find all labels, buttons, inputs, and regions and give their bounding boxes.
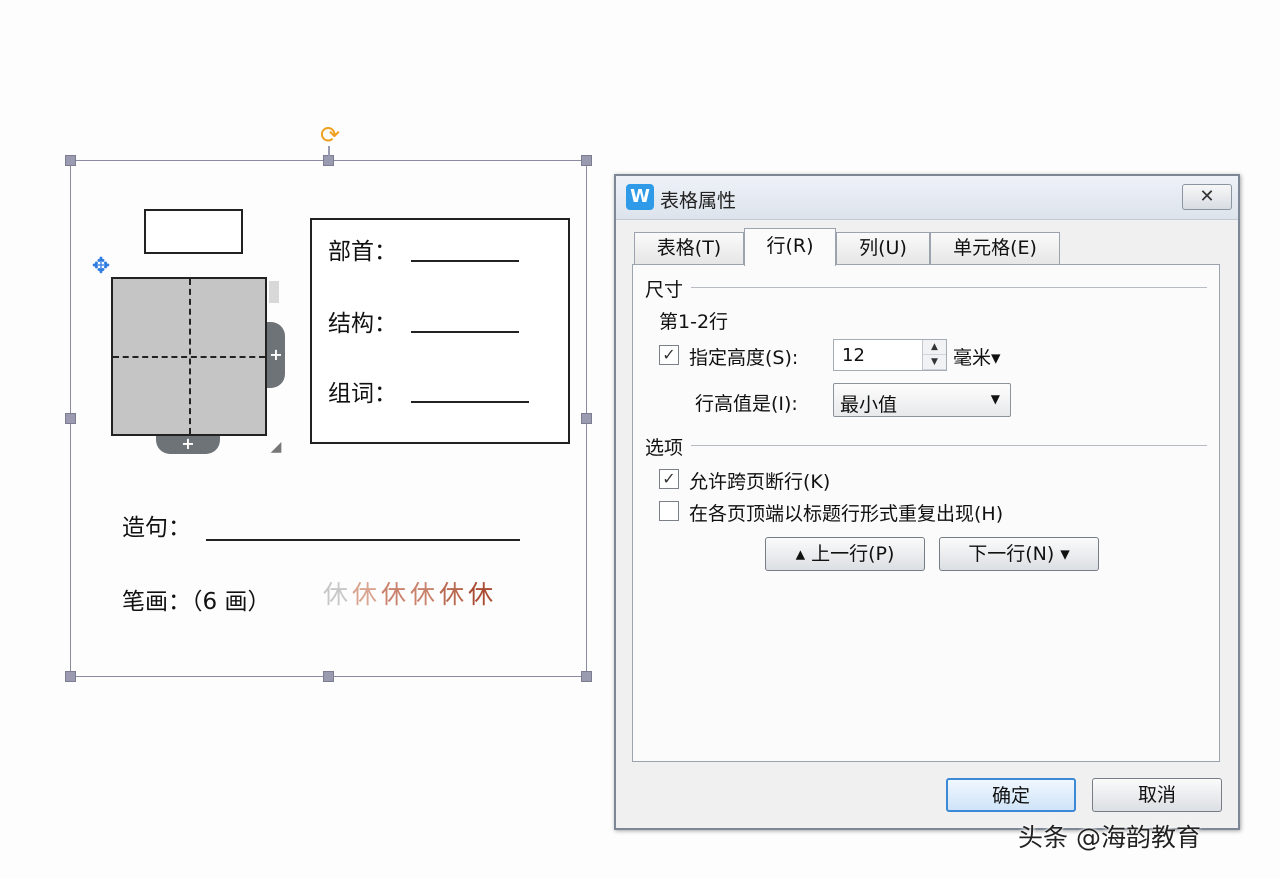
tab-column[interactable]: 列(U) xyxy=(836,232,930,264)
tab-table[interactable]: 表格(T) xyxy=(634,232,744,264)
specify-height-label: 指定高度(S): xyxy=(689,347,799,369)
height-unit-dropdown[interactable]: 毫米▾ xyxy=(953,343,1001,370)
dropdown-arrow-icon: ▼ xyxy=(990,392,1000,406)
spin-down-icon[interactable]: ▼ xyxy=(923,355,946,370)
tab-cell[interactable]: 单元格(E) xyxy=(930,232,1060,264)
tab-row[interactable]: 行(R) xyxy=(744,228,836,266)
next-row-button[interactable]: 下一行(N) ▾ xyxy=(939,537,1099,571)
table-resize-icon[interactable]: ◢ xyxy=(266,438,286,456)
previous-row-button[interactable]: ▴ 上一行(P) xyxy=(765,537,925,571)
structure-label: 结构： xyxy=(328,311,397,337)
height-spinner[interactable]: 12 ▲ ▼ xyxy=(833,339,947,371)
table-properties-dialog: W 表格属性 ✕ 表格(T) 行(R) 列(U) 单元格(E) 尺寸 第1-2行… xyxy=(614,174,1240,830)
size-group-title: 尺寸 xyxy=(645,279,684,301)
stroke-step: 休 xyxy=(410,580,436,609)
radical-label: 部首： xyxy=(328,239,397,265)
resize-handle-top-left[interactable] xyxy=(65,155,76,166)
resize-handle-left[interactable] xyxy=(65,413,76,424)
allow-break-label: 允许跨页断行(K) xyxy=(689,471,831,493)
info-box: 部首： 结构： 组词： xyxy=(310,218,570,444)
watermark: 头条 @海韵教育 xyxy=(1018,823,1201,852)
stroke-order: 休 休 休 休 休 休 xyxy=(323,575,493,611)
add-row-icon[interactable]: + xyxy=(156,436,220,454)
resize-handle-bottom-right[interactable] xyxy=(581,671,592,682)
options-group-divider xyxy=(691,445,1207,446)
rotate-icon[interactable]: ⟳ xyxy=(317,122,343,148)
horizontal-guide xyxy=(113,356,265,358)
words-label: 组词： xyxy=(328,381,397,407)
stroke-step: 休 xyxy=(381,580,407,609)
radical-line xyxy=(411,260,519,262)
row-height-mode-select[interactable]: 最小值 ▼ xyxy=(833,383,1011,417)
stroke-step: 休 xyxy=(352,580,378,609)
cancel-button[interactable]: 取消 xyxy=(1092,778,1222,812)
structure-line xyxy=(411,331,519,333)
stroke-step: 休 xyxy=(323,580,349,609)
rotate-stem xyxy=(328,146,330,158)
row-range-label: 第1-2行 xyxy=(659,311,729,333)
size-group-divider xyxy=(691,287,1207,288)
resize-handle-right[interactable] xyxy=(581,413,592,424)
options-group-title: 选项 xyxy=(645,437,684,459)
tianzige-table[interactable] xyxy=(111,277,267,436)
sentence-label: 造句： xyxy=(122,515,191,541)
height-value: 12 xyxy=(842,345,865,366)
add-column-icon[interactable]: + xyxy=(267,322,285,388)
resize-handle-bottom[interactable] xyxy=(323,671,334,682)
allow-break-checkbox[interactable]: ✓ xyxy=(659,469,679,489)
repeat-header-checkbox[interactable] xyxy=(659,501,679,521)
resize-handle-bottom-left[interactable] xyxy=(65,671,76,682)
specify-height-checkbox[interactable]: ✓ xyxy=(659,345,679,365)
repeat-header-label: 在各页顶端以标题行形式重复出现(H) xyxy=(689,503,1004,525)
pinyin-box xyxy=(144,209,243,254)
dialog-title: 表格属性 xyxy=(660,190,737,212)
wps-writer-icon: W xyxy=(626,184,654,210)
stroke-count-label: 笔画：（6 画） xyxy=(122,589,271,615)
ok-button[interactable]: 确定 xyxy=(946,778,1076,812)
spinner-buttons[interactable]: ▲ ▼ xyxy=(922,340,946,370)
resize-handle-top-right[interactable] xyxy=(581,155,592,166)
stroke-step: 休 xyxy=(439,580,465,609)
row-tab-panel: 尺寸 第1-2行 ✓ 指定高度(S): 12 ▲ ▼ 毫米▾ 行高值是(I): … xyxy=(632,264,1220,762)
row-height-mode-value: 最小值 xyxy=(840,394,898,416)
sentence-line xyxy=(206,539,520,541)
close-button[interactable]: ✕ xyxy=(1182,184,1232,210)
row-height-mode-label: 行高值是(I): xyxy=(695,393,798,415)
spin-up-icon[interactable]: ▲ xyxy=(923,340,946,355)
column-marker xyxy=(269,281,279,303)
words-line xyxy=(411,401,529,403)
stroke-step: 休 xyxy=(468,580,494,609)
dialog-titlebar[interactable]: W 表格属性 ✕ xyxy=(616,176,1238,220)
